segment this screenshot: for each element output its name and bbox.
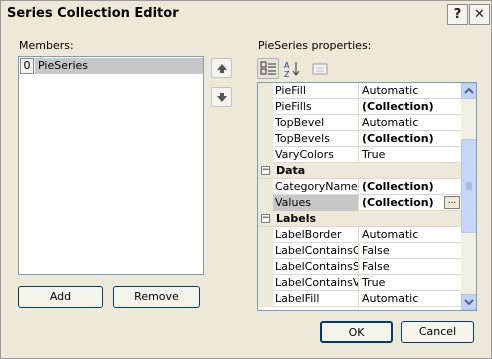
property-value[interactable]: (Collection) (360, 99, 461, 115)
title-bar: Series Collection Editor ? ✕ (1, 1, 491, 28)
property-name: LabelContainsSer (275, 259, 359, 275)
property-name: CategoryNames (275, 179, 359, 195)
close-icon: ✕ (474, 7, 485, 22)
property-row-labelcontainsval[interactable]: LabelContainsVal True (258, 275, 461, 291)
collapse-icon[interactable]: − (261, 166, 270, 175)
property-name: LabelFill (273, 291, 359, 307)
member-name: PieSeries (35, 58, 203, 74)
property-name: TopBevel (273, 115, 359, 131)
property-name: LabelContainsVal (275, 275, 359, 291)
property-value[interactable]: True (360, 147, 461, 163)
property-row-labelcontainsser[interactable]: LabelContainsSer False (258, 259, 461, 275)
category-label: Data (276, 164, 306, 177)
row-gutter (258, 179, 273, 195)
arrow-down-icon (217, 93, 227, 102)
help-button[interactable]: ? (447, 4, 468, 25)
property-value[interactable]: Automatic (360, 227, 461, 243)
scroll-up-button[interactable] (461, 83, 476, 99)
members-label: Members: (19, 39, 74, 52)
row-gutter (258, 275, 273, 291)
category-row-labels[interactable]: − Labels (258, 211, 461, 227)
property-row-values[interactable]: Values (Collection) ... (258, 195, 461, 211)
property-toolbar: A Z (257, 57, 477, 81)
row-gutter (258, 195, 273, 211)
series-collection-editor-window: Series Collection Editor ? ✕ Members: 0 … (0, 0, 492, 359)
chevron-down-icon (464, 299, 474, 306)
collapse-icon[interactable]: − (261, 214, 270, 223)
ellipsis-button[interactable]: ... (444, 196, 460, 209)
row-gutter (258, 115, 273, 131)
row-gutter (258, 227, 273, 243)
property-name: PieFill (273, 83, 359, 99)
property-value[interactable]: (Collection) (360, 131, 461, 147)
property-value[interactable]: Automatic (360, 115, 461, 131)
members-list[interactable]: 0 PieSeries (18, 56, 204, 275)
scroll-down-button[interactable] (461, 294, 476, 310)
row-gutter (258, 259, 273, 275)
property-pages-button[interactable] (309, 58, 331, 79)
categorized-icon (260, 61, 276, 75)
close-button[interactable]: ✕ (469, 4, 490, 25)
move-down-button[interactable] (211, 87, 232, 107)
cancel-button[interactable]: Cancel (401, 321, 474, 343)
remove-button[interactable]: Remove (113, 286, 200, 308)
row-gutter (258, 83, 273, 99)
row-gutter (258, 147, 273, 163)
property-pages-icon (312, 63, 328, 75)
property-row-varycolors[interactable]: VaryColors True (258, 147, 461, 163)
scroll-thumb[interactable] (461, 139, 476, 233)
property-value[interactable]: (Collection) (360, 179, 461, 195)
row-gutter (258, 243, 273, 259)
help-icon: ? (453, 7, 462, 22)
property-row-piefill[interactable]: PieFill Automatic (258, 83, 461, 99)
property-name: PieFills (273, 99, 359, 115)
property-row-categorynames[interactable]: CategoryNames (Collection) (258, 179, 461, 195)
arrow-up-icon (217, 64, 227, 73)
property-name: LabelBorder (273, 227, 359, 243)
row-gutter (258, 291, 273, 307)
property-value[interactable]: Automatic (360, 83, 461, 99)
category-row-data[interactable]: − Data (258, 163, 461, 179)
categorized-button[interactable] (257, 58, 279, 79)
property-value[interactable]: True (360, 275, 461, 291)
alphabetical-button[interactable]: A Z (281, 58, 303, 79)
row-gutter (258, 131, 273, 147)
property-row-topbevel[interactable]: TopBevel Automatic (258, 115, 461, 131)
ok-button[interactable]: OK (320, 321, 393, 343)
chevron-up-icon (464, 87, 474, 94)
property-row-topbevels[interactable]: TopBevels (Collection) (258, 131, 461, 147)
property-name: VaryColors (273, 147, 359, 163)
property-row-labelfill[interactable]: LabelFill Automatic (258, 291, 461, 307)
property-name: TopBevels (273, 131, 359, 147)
category-label: Labels (276, 212, 317, 225)
grip-icon (466, 182, 472, 190)
property-value[interactable]: False (360, 259, 461, 275)
row-gutter (258, 99, 273, 115)
vertical-scrollbar[interactable] (461, 83, 476, 310)
property-row-labelborder[interactable]: LabelBorder Automatic (258, 227, 461, 243)
member-index: 0 (20, 58, 34, 74)
svg-text:Z: Z (284, 70, 290, 78)
property-value[interactable]: False (360, 243, 461, 259)
property-grid[interactable]: PieFill Automatic PieFills (Collection) … (257, 82, 477, 311)
sort-alphabetical-icon: A Z (284, 61, 300, 79)
window-title: Series Collection Editor (7, 6, 179, 21)
property-value[interactable]: Automatic (360, 291, 461, 307)
property-name: Values (273, 195, 359, 211)
properties-label: PieSeries properties: (258, 39, 372, 52)
member-item[interactable]: 0 PieSeries (20, 58, 203, 74)
add-button[interactable]: Add (18, 286, 103, 308)
property-name: LabelContainsCat (273, 243, 359, 259)
svg-text:A: A (284, 61, 290, 70)
property-row-piefills[interactable]: PieFills (Collection) (258, 99, 461, 115)
property-row-labelcontainscat[interactable]: LabelContainsCat False (258, 243, 461, 259)
move-up-button[interactable] (211, 58, 232, 78)
